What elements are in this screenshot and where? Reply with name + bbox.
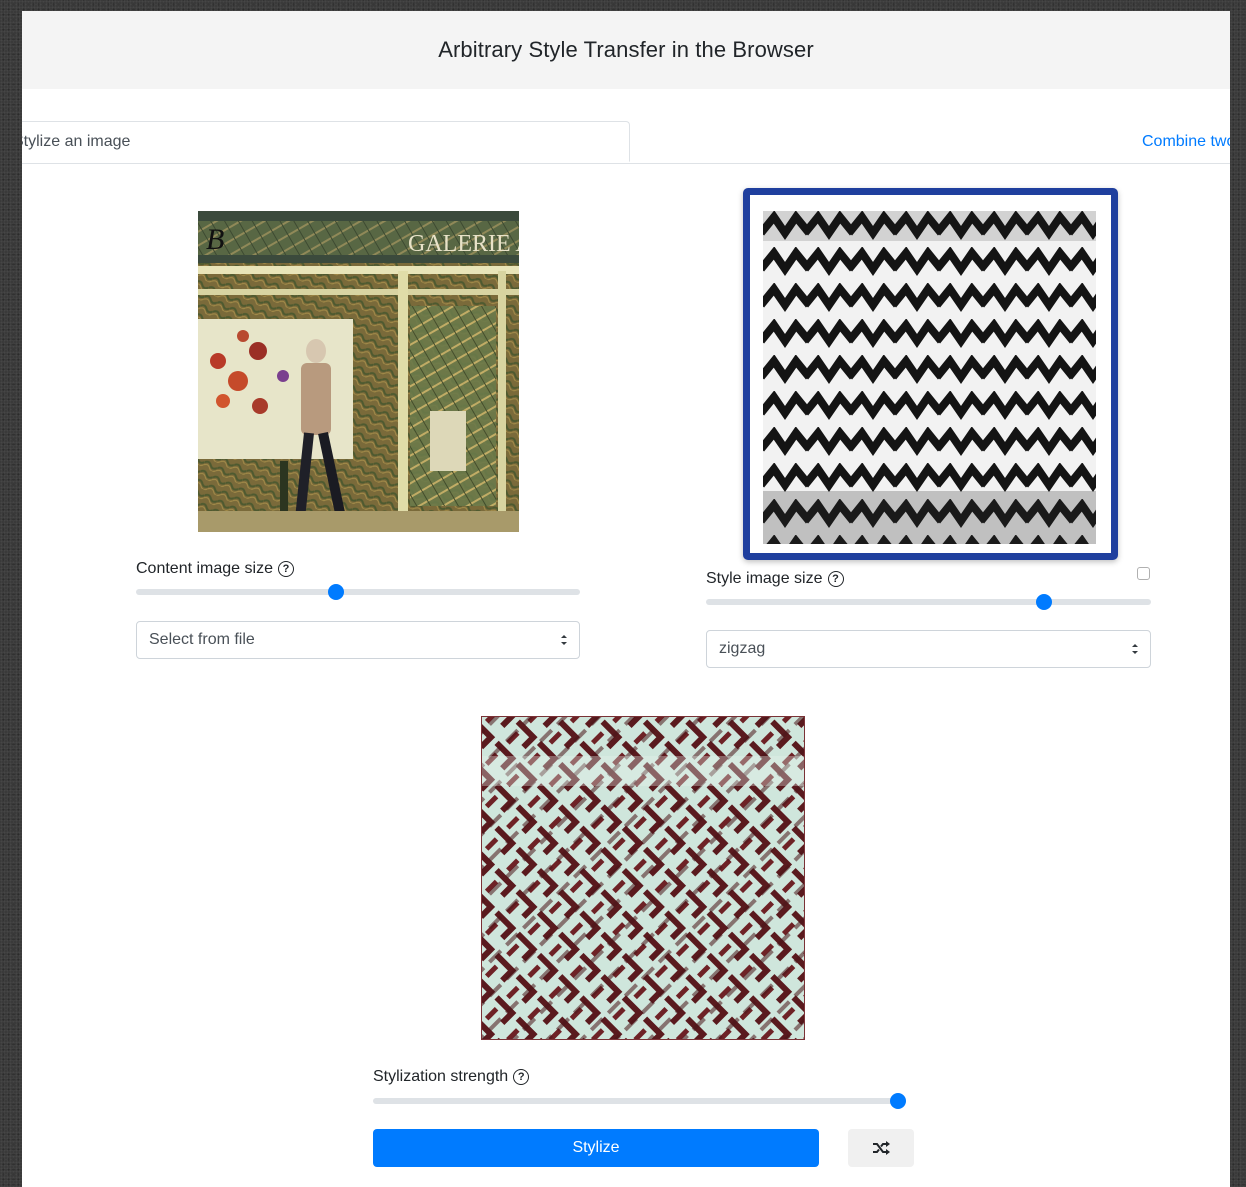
stylized-result-image [481,716,805,1040]
stylize-button[interactable]: Stylize [373,1129,819,1167]
tab-stylize-image-label: Stylize an image [22,133,131,150]
stylization-strength-slider[interactable] [373,1093,906,1109]
style-size-label: Style image size ? [706,570,844,588]
navbar: Arbitrary Style Transfer in the Browser [22,11,1230,89]
style-size-label-text: Style image size [706,570,823,587]
stylization-strength-label: Stylization strength ? [373,1068,530,1086]
stylized-pattern-image [481,716,805,1040]
style-image-select[interactable]: zigzag [706,630,1151,668]
content-size-slider-thumb[interactable] [327,584,344,600]
content-size-slider[interactable] [136,584,580,600]
content-size-label: Content image size ? [136,560,294,578]
shuffle-icon [873,1141,890,1155]
content-image-select[interactable]: Select from file [136,621,580,659]
select-caret-icon [561,635,567,645]
content-image: GALERIE AN B [198,211,519,532]
stylization-strength-slider-thumb[interactable] [890,1093,906,1109]
stylization-strength-label-text: Stylization strength [373,1068,509,1085]
tab-combine-styles-label: Combine two styles [1142,133,1230,150]
zigzag-pattern-image [763,211,1096,544]
style-image-frame[interactable] [743,188,1118,560]
content-photo-image: GALERIE AN B [198,211,519,532]
page-title: Arbitrary Style Transfer in the Browser [438,37,814,62]
style-size-slider[interactable] [706,594,1151,610]
style-image-select-value: zigzag [719,640,766,657]
content-image-select-value: Select from file [149,631,255,648]
app-window: Arbitrary Style Transfer in the Browser … [22,11,1230,1187]
randomize-button[interactable] [848,1129,914,1167]
help-icon[interactable]: ? [513,1069,530,1085]
help-icon[interactable]: ? [827,571,844,587]
svg-text:B: B [206,223,224,256]
tab-bar: Stylize an image Combine two styles [22,121,1230,164]
tab-stylize-image[interactable]: Stylize an image [22,121,630,162]
help-icon[interactable]: ? [277,561,294,577]
svg-text:GALERIE AN: GALERIE AN [408,231,519,257]
select-caret-icon [1132,644,1138,654]
style-image [763,211,1096,544]
square-crop-checkbox[interactable] [1137,567,1150,580]
tab-combine-styles[interactable]: Combine two styles [1142,133,1230,151]
content-size-label-text: Content image size [136,560,273,577]
style-size-slider-thumb[interactable] [1036,594,1053,610]
